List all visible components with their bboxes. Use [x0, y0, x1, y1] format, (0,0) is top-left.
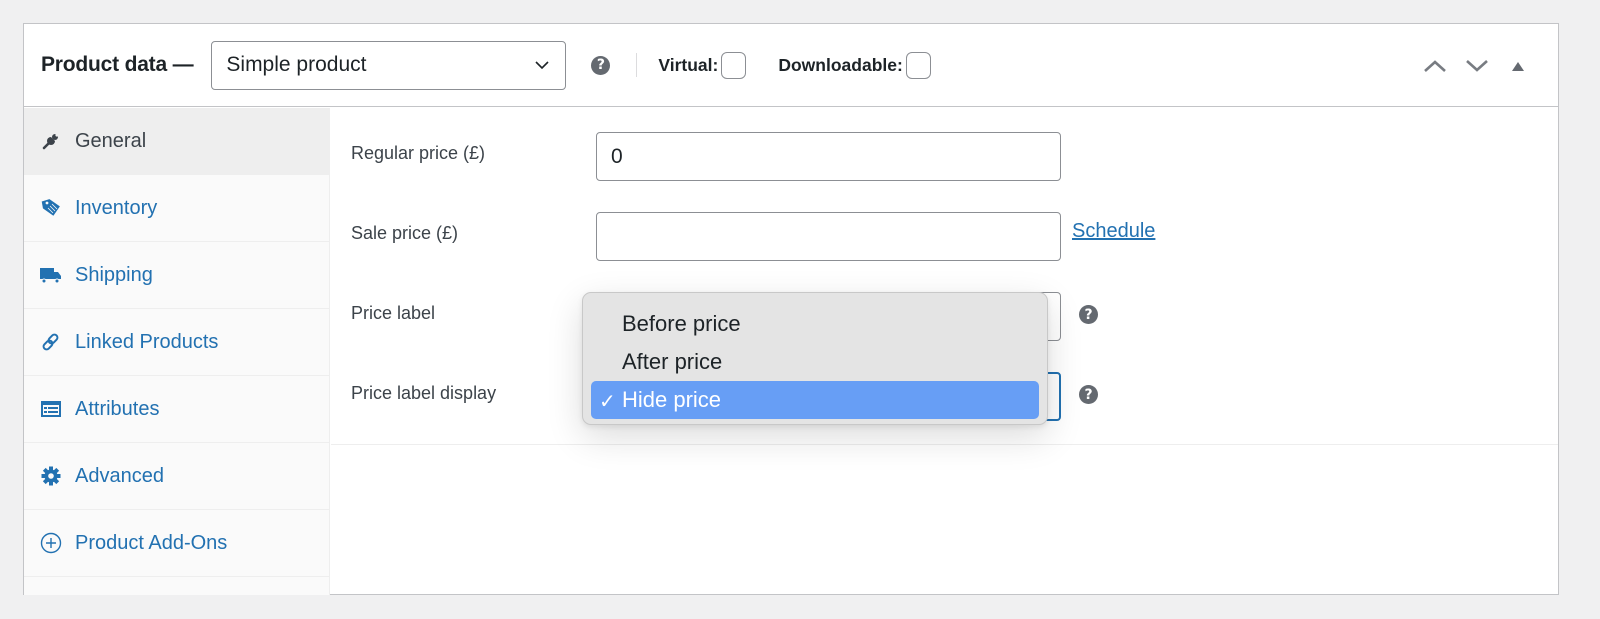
tab-label: Advanced [75, 464, 164, 487]
panel-header: Product data — Simple product ? Virtual:… [24, 24, 1558, 107]
wrench-icon [40, 130, 62, 152]
move-down-icon [1466, 60, 1488, 72]
tab-inventory[interactable]: Inventory [24, 175, 329, 242]
move-up-button[interactable] [1414, 52, 1456, 80]
product-type-value: Simple product [226, 53, 367, 76]
downloadable-checkbox[interactable] [905, 51, 931, 79]
move-down-button[interactable] [1456, 52, 1498, 80]
downloadable-option[interactable]: Downloadable: [778, 51, 931, 79]
move-up-icon [1424, 60, 1446, 72]
virtual-label: Virtual: [658, 54, 719, 75]
tab-linked-products[interactable]: Linked Products [24, 309, 329, 376]
question-circle-icon[interactable]: ? [591, 55, 611, 75]
checkmark-icon: ✓ [599, 391, 616, 413]
option-label: Before price [622, 311, 741, 336]
dropdown-option-before-price[interactable]: Before price [591, 305, 1039, 343]
price-label-display-label: Price label display [351, 383, 497, 403]
tab-general[interactable]: General [24, 108, 329, 175]
collapse-toggle-icon [1512, 62, 1524, 71]
truck-icon [40, 264, 62, 286]
tag-icon [40, 197, 62, 219]
tab-label: Linked Products [75, 330, 219, 353]
tab-attributes[interactable]: Attributes [24, 376, 329, 443]
gear-icon [40, 465, 62, 487]
virtual-option[interactable]: Virtual: [658, 51, 747, 79]
sale-price-label: Sale price (£) [351, 223, 459, 243]
regular-price-label: Regular price (£) [351, 143, 486, 163]
tab-shipping[interactable]: Shipping [24, 242, 329, 309]
question-circle-icon[interactable]: ? [1079, 385, 1098, 404]
schedule-link[interactable]: Schedule [1072, 220, 1155, 243]
chevron-down-icon [535, 61, 549, 70]
list-card-icon [40, 398, 62, 420]
plus-circle-icon [40, 532, 62, 554]
tab-label: Product Add-Ons [75, 531, 228, 554]
sale-price-input[interactable] [596, 212, 1061, 261]
price-label-label: Price label [351, 303, 436, 323]
dropdown-option-after-price[interactable]: After price [591, 343, 1039, 381]
tab-advanced[interactable]: Advanced [24, 443, 329, 510]
dropdown-option-hide-price[interactable]: ✓ Hide price [591, 381, 1039, 419]
panel-controls [1414, 52, 1538, 80]
product-data-tabs: General Inventory Shipping Linked Produc… [24, 108, 330, 595]
virtual-checkbox[interactable] [721, 51, 747, 79]
option-label: Hide price [622, 387, 722, 412]
question-circle-icon[interactable]: ? [1079, 305, 1098, 324]
tab-label: Attributes [75, 397, 160, 420]
collapse-toggle-button[interactable] [1498, 52, 1538, 80]
price-label-display-dropdown: Before price After price ✓ Hide price [582, 292, 1048, 425]
product-type-select[interactable]: Simple product [211, 40, 567, 90]
downloadable-label: Downloadable: [778, 54, 903, 75]
header-divider [636, 53, 638, 77]
option-label: After price [622, 349, 723, 374]
tab-product-add-ons[interactable]: Product Add-Ons [24, 510, 329, 577]
regular-price-input[interactable]: 0 [596, 132, 1061, 181]
tab-label: Inventory [75, 196, 158, 219]
tab-label: Shipping [75, 263, 153, 286]
tab-label: General [75, 129, 147, 152]
panel-title: Product data — [41, 53, 194, 76]
link-icon [40, 331, 62, 353]
